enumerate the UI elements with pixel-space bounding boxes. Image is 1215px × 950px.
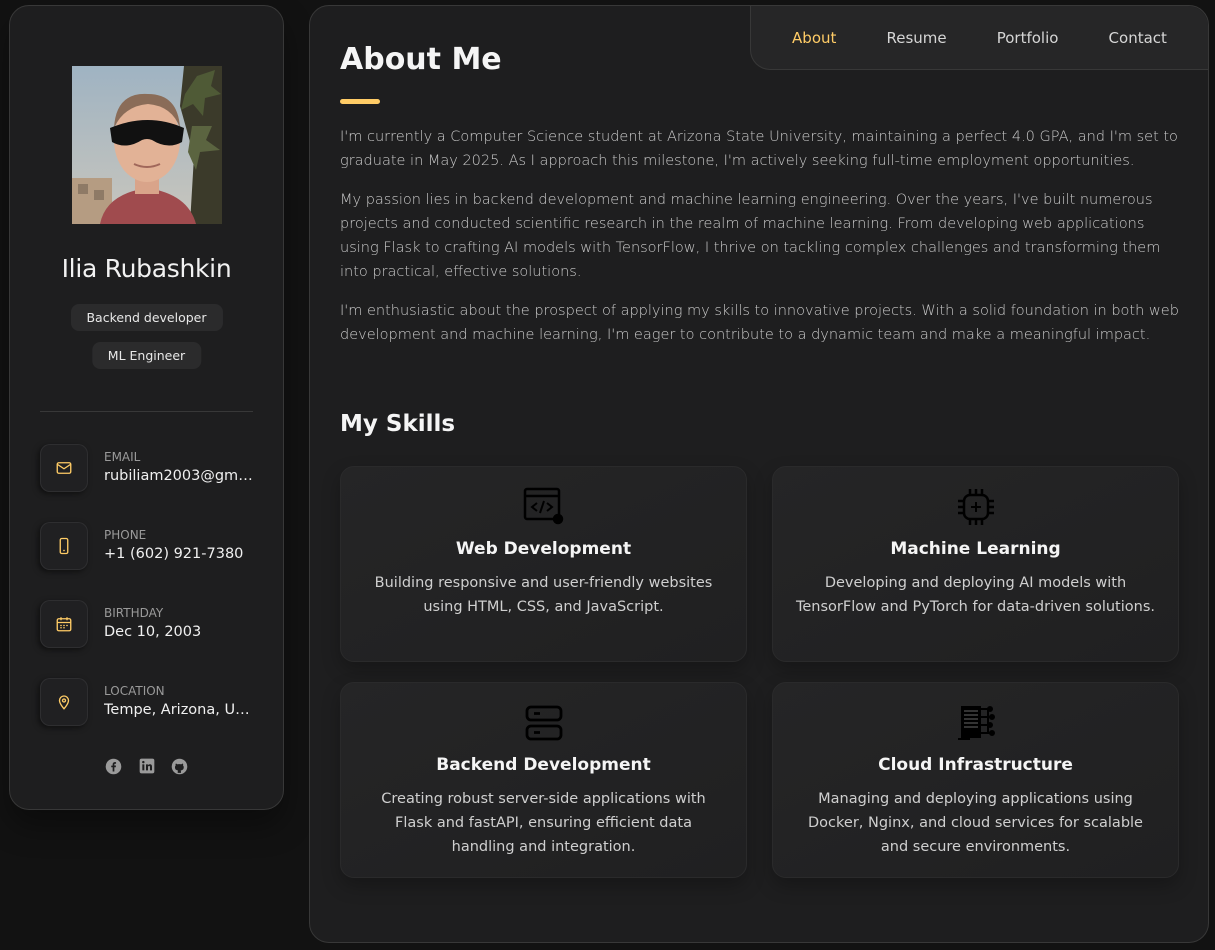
contact-birthday: Birthday Dec 10, 2003 [40,600,260,648]
skill-card-backend: Backend Development Creating robust serv… [340,682,747,878]
contact-email: Email rubiliam2003@gmail.com [40,444,260,492]
nav-contact[interactable]: Contact [1109,29,1167,47]
skill-description: Managing and deploying applications usin… [808,791,1143,855]
profile-name: Ilia Rubashkin [61,254,232,283]
about-paragraph: I'm enthusiastic about the prospect of a… [340,303,1179,343]
separator [40,411,253,412]
calendar-icon [40,600,88,648]
contact-label: Location [104,684,165,698]
skill-description: Creating robust server-side applications… [381,791,706,855]
nav-resume[interactable]: Resume [887,29,947,47]
code-window-icon [522,485,566,529]
skill-card-cloud: Cloud Infrastructure Managing and deploy… [772,682,1179,878]
contact-label: Birthday [104,606,164,620]
page-title: About Me [340,42,502,77]
skill-card-ml: Machine Learning Developing and deployin… [772,466,1179,662]
skill-title: Cloud Infrastructure [878,755,1073,775]
location-value: Tempe, Arizona, USA [104,702,254,718]
about-text: I'm currently a Computer Science student… [340,125,1180,362]
skill-title: Web Development [455,539,632,559]
chip-icon [954,485,998,529]
contact-label: Phone [104,528,147,542]
nav-about[interactable]: About [792,29,836,47]
cloud-network-icon [954,701,998,745]
avatar [72,66,222,224]
skills-title: My Skills [340,411,456,437]
facebook-icon[interactable] [104,756,124,776]
social-links [10,756,283,776]
mail-icon [40,444,88,492]
location-icon [40,678,88,726]
navbar: About Resume Portfolio Contact [750,6,1208,70]
contact-phone: Phone +1 (602) 921-7380 [40,522,260,570]
phone-link[interactable]: +1 (602) 921-7380 [104,546,254,562]
linkedin-icon[interactable] [137,756,157,776]
birthday-value: Dec 10, 2003 [104,624,202,640]
title-underline [340,99,380,104]
main-content: About Resume Portfolio Contact About Me … [309,5,1209,943]
skill-title: Machine Learning [890,539,1061,559]
about-paragraph: I'm currently a Computer Science student… [340,129,1178,169]
server-icon [522,701,566,745]
sidebar: Ilia Rubashkin Backend developer ML Engi… [9,5,284,810]
skill-description: Developing and deploying AI models with … [795,575,1155,615]
email-link[interactable]: rubiliam2003@gmail.com [104,468,254,484]
skill-description: Building responsive and user-friendly we… [374,575,713,615]
contact-label: Email [104,450,141,464]
role-badge-backend: Backend developer [70,304,223,331]
role-badge-ml: ML Engineer [91,342,202,369]
github-icon[interactable] [170,756,190,776]
phone-icon [40,522,88,570]
contact-location: Location Tempe, Arizona, USA [40,678,260,726]
skill-title: Backend Development [436,755,651,775]
nav-portfolio[interactable]: Portfolio [997,29,1059,47]
about-paragraph: My passion lies in backend development a… [340,192,1161,280]
skill-card-web: Web Development Building responsive and … [340,466,747,662]
